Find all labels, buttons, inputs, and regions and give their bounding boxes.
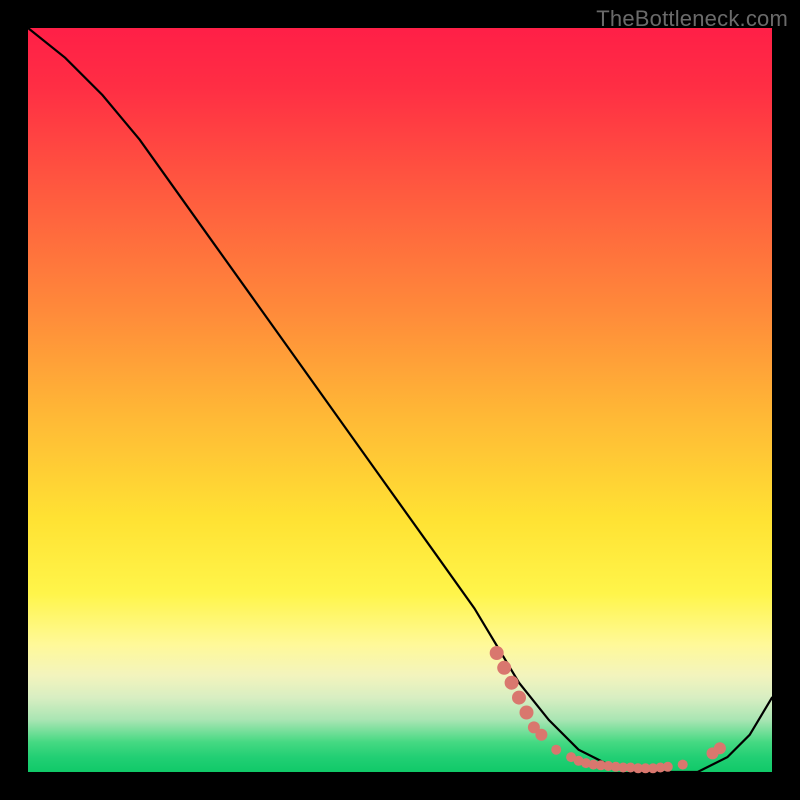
marker-dot — [512, 691, 526, 705]
marker-dot — [678, 760, 688, 770]
chart-frame: TheBottleneck.com — [0, 0, 800, 800]
marker-dot — [497, 661, 511, 675]
curve-svg — [28, 28, 772, 772]
marker-dot — [520, 706, 534, 720]
bottleneck-curve — [28, 28, 772, 772]
marker-dot — [714, 742, 726, 754]
marker-dot — [551, 745, 561, 755]
marker-dot — [663, 762, 673, 772]
marker-dot — [505, 676, 519, 690]
gradient-plot-area — [28, 28, 772, 772]
marker-dot — [535, 729, 547, 741]
marker-dot — [490, 646, 504, 660]
curve-markers — [490, 646, 726, 773]
